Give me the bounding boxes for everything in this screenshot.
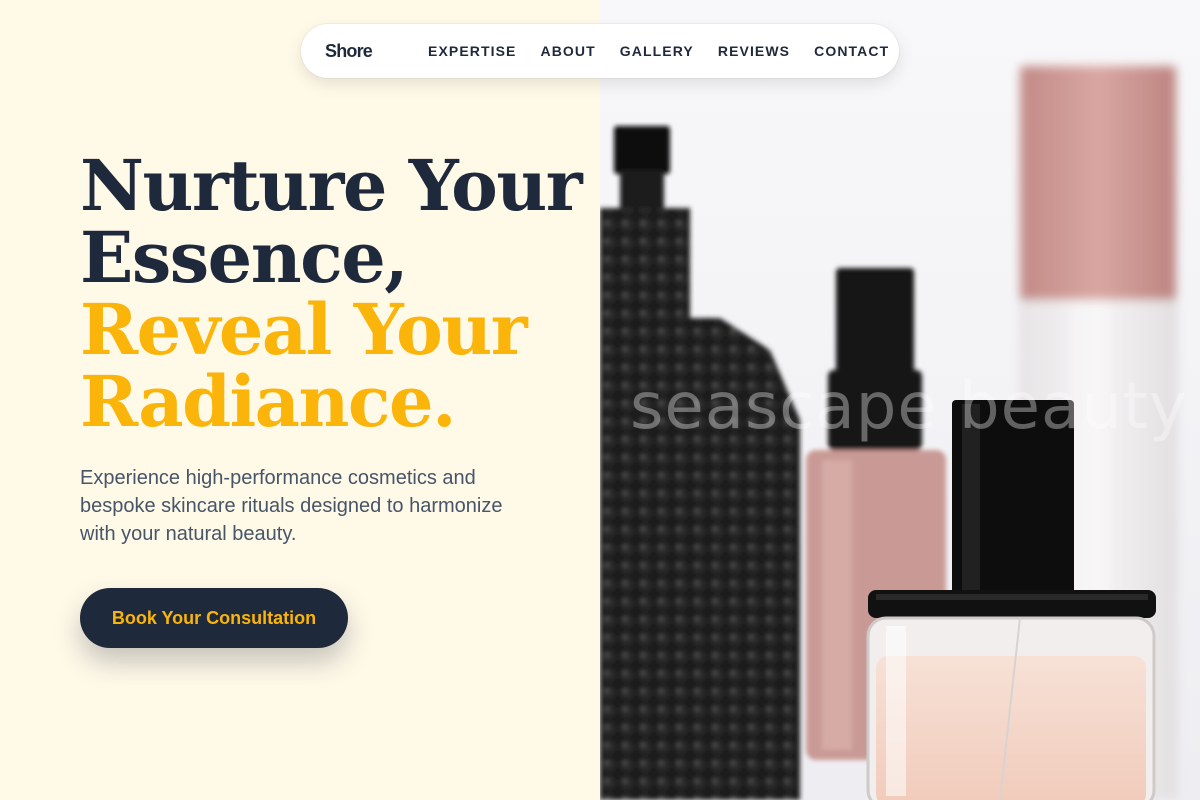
hero-subtitle: Experience high-performance cosmetics an… [80,467,503,545]
top-navbar: Shore EXPERTISE ABOUT GALLERY REVIEWS CO… [301,24,899,78]
nav-link-contact[interactable]: CONTACT [814,43,889,59]
hero-image: seascape beauty [600,0,1200,800]
image-watermark: seascape beauty [630,370,1188,444]
hero-heading-line-2: Essence, [80,216,409,299]
hero-heading-line-4: Radiance. [80,360,456,443]
hero-heading-line-3: Reveal Your [80,288,528,371]
nav-link-gallery[interactable]: GALLERY [620,43,694,59]
brand-logo[interactable]: Shore [325,41,373,62]
hero-heading-line-1: Nurture Your [80,144,583,227]
nav-links: EXPERTISE ABOUT GALLERY REVIEWS CONTACT [428,43,889,59]
nav-link-reviews[interactable]: REVIEWS [718,43,790,59]
book-consultation-button[interactable]: Book Your Consultation [80,588,348,648]
hero-heading: Nurture Your Essence, Reveal Your Radian… [80,144,583,443]
nav-link-expertise[interactable]: EXPERTISE [428,43,516,59]
nav-link-about[interactable]: ABOUT [541,43,596,59]
